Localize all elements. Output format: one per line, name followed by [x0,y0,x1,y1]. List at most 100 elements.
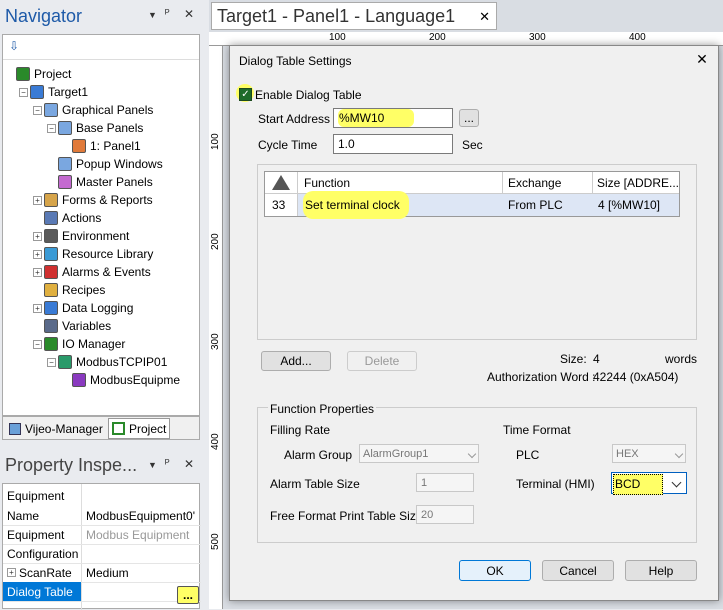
cancel-button[interactable]: Cancel [542,560,614,581]
delete-button[interactable]: Delete [347,351,417,371]
property-key[interactable]: Equipment [7,528,64,542]
dialog-table-ellipsis-button[interactable]: ... [177,586,199,604]
tree-item[interactable]: Popup Windows [47,155,163,173]
editor-tab-close-icon[interactable]: ✕ [479,9,490,25]
tree-node-icon [58,355,72,369]
property-value[interactable]: Medium [86,566,198,580]
tree-item[interactable]: − Graphical Panels [33,101,153,119]
tree-item[interactable]: − Base Panels [47,119,143,137]
inspector-close-icon[interactable]: ✕ [184,457,194,471]
terminal-hmi-select[interactable]: BCD [611,472,687,495]
tree-item[interactable]: Master Panels [47,173,153,191]
ok-button[interactable]: OK [459,560,531,581]
navigator-close-icon[interactable]: ✕ [184,7,194,21]
tree-item[interactable]: Project [5,65,71,83]
col-size-label: Size [ADDRE... [597,176,679,190]
chevron-down-icon [467,449,477,458]
property-grid-divider [81,484,82,610]
expander-icon[interactable]: + [33,231,42,241]
enable-dialog-table-checkbox[interactable]: ✓ [239,88,252,101]
tab-project[interactable]: Project [108,418,170,439]
tree-node-icon [44,301,58,315]
dialog-close-icon: ✕ [696,51,708,67]
inspector-dropdown-icon[interactable]: ▼ [148,460,157,470]
editor-tab[interactable]: Target1 - Panel1 - Language1 ✕ [211,2,497,30]
ruler-v-label: 100 [210,133,221,150]
expander-icon[interactable]: − [47,123,56,133]
size-value: 4 [593,352,600,366]
authorization-word-label: Authorization Word : [487,370,596,384]
plc-select[interactable]: HEX [612,444,686,463]
property-key[interactable]: Name [7,509,39,523]
expander-icon[interactable]: − [33,105,42,115]
tree-item[interactable]: ModbusEquipme [61,371,181,389]
property-key[interactable]: Dialog Table [3,582,81,601]
tree-item-label: ModbusTCPIP01 [76,355,168,369]
tree-item-label: Popup Windows [76,157,163,171]
table-row[interactable]: 33 Set terminal clock From PLC 4 [%MW10] [265,191,679,219]
tree-item[interactable]: + Environment [33,227,129,245]
tree-toolbar-separator [3,59,199,60]
tree-item[interactable]: + Data Logging [33,299,133,317]
row-divider [3,601,201,602]
help-button[interactable]: Help [625,560,697,581]
property-value[interactable]: ModbusEquipment0' [86,509,198,523]
tree-item[interactable]: − IO Manager [33,335,125,353]
column-header-size[interactable]: Size [ADDRE... [593,172,679,194]
function-table: Function Exchange Size [ADDRE... 33 Set … [264,171,680,219]
chevron-down-icon [671,477,682,488]
start-address-browse-button[interactable]: ... [459,109,479,127]
expander-icon[interactable]: + [33,267,42,277]
table-header-corner[interactable] [265,172,298,194]
tree-item-label: 1: Panel1 [90,139,141,153]
start-address-input[interactable]: %MW10 [333,108,453,128]
tree-item[interactable]: + Alarms & Events [33,263,151,281]
dialog-title: Dialog Table Settings [239,54,352,68]
property-value[interactable]: Modbus Equipment [86,528,198,542]
cycle-time-input[interactable]: 1.0 [333,134,453,154]
property-key[interactable]: Configuration [7,547,78,561]
tree-item[interactable]: Actions [33,209,101,227]
tree-item-label: Project [34,67,72,81]
property-key[interactable]: ScanRate [19,566,72,580]
inspector-pin-icon[interactable]: ᴾ [165,458,170,470]
alarm-group-select[interactable]: AlarmGroup1 [359,444,479,463]
dialog-close-button[interactable]: ✕ [692,51,712,69]
navigator-tabs: Vijeo-Manager Project [2,416,200,440]
alarm-table-size-input[interactable]: 1 [416,473,474,492]
column-header-exchange[interactable]: Exchange [503,172,593,194]
tree-node-icon [44,265,58,279]
add-button[interactable]: Add... [261,351,331,371]
expander-icon[interactable]: − [47,357,56,367]
tree-toolbar-icon[interactable]: ⇩ [9,39,23,53]
navigator-title: Navigator [5,6,83,26]
row-number: 33 [265,194,298,216]
tree-item-label: Actions [62,211,102,225]
tree-item[interactable]: Variables [33,317,111,335]
property-inspector-panel: Property Inspe... ▼ ᴾ ✕ Equipment Name Mo… [0,445,206,610]
expander-icon[interactable]: + [33,195,42,205]
expander-icon[interactable]: + [7,568,16,577]
tree-item[interactable]: + Resource Library [33,245,153,263]
tree-item[interactable]: − Target1 [19,83,88,101]
expander-icon[interactable]: + [33,249,42,259]
expander-icon[interactable]: + [33,303,42,313]
cycle-time-unit: Sec [462,138,483,152]
tree-item[interactable]: Recipes [33,281,105,299]
free-format-input[interactable]: 20 [416,505,474,524]
navigator-dropdown-icon[interactable]: ▼ [148,10,157,20]
navigator-pin-icon[interactable]: ᴾ [165,8,170,20]
vijeo-manager-icon [9,422,21,435]
tree-item[interactable]: 1: Panel1 [61,137,141,155]
tab-vijeo-manager[interactable]: Vijeo-Manager [5,419,105,438]
tree-item-label: Forms & Reports [62,193,153,207]
property-grid: Equipment Name ModbusEquipment0' Equipment… [2,483,201,610]
expander-icon[interactable]: − [33,339,42,349]
row-divider [3,563,201,564]
tree-container: ⇩ Project − Target1− Graphical Panels − Base … [2,34,200,416]
tree-item-label: Target1 [48,85,89,99]
function-properties-group: Function Properties Filling Rate Alarm G… [257,402,697,543]
tree-item[interactable]: − ModbusTCPIP01 [47,353,167,371]
expander-icon[interactable]: − [19,87,28,97]
tree-item[interactable]: + Forms & Reports [33,191,153,209]
